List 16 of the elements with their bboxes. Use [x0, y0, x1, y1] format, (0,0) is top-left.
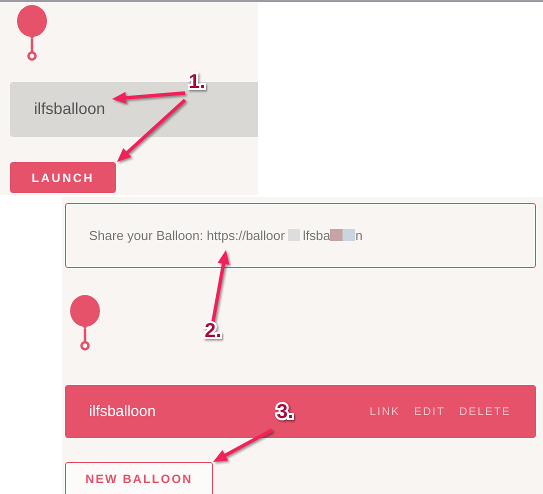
annotation-arrow: [213, 428, 273, 462]
share-text: n: [355, 228, 363, 243]
action-link[interactable]: EDIT: [414, 406, 446, 418]
balloon-icon: [16, 4, 48, 62]
launch-button[interactable]: LAUNCH: [10, 162, 116, 193]
balloon-name: ilfsballoon: [89, 403, 156, 420]
share-text: lfsba: [302, 228, 330, 243]
redacted-mark: [330, 229, 356, 242]
action-link[interactable]: DELETE: [459, 406, 511, 418]
redacted-mark: [288, 229, 300, 242]
step-number: 3.: [276, 401, 294, 423]
balloon-icon: [68, 294, 102, 352]
share-text: Share your Balloon: https://balloor: [89, 228, 285, 243]
step-number: 2.: [204, 320, 222, 342]
action-link[interactable]: LINK: [370, 406, 400, 418]
new-balloon-button[interactable]: NEW BALLOON: [65, 462, 213, 494]
